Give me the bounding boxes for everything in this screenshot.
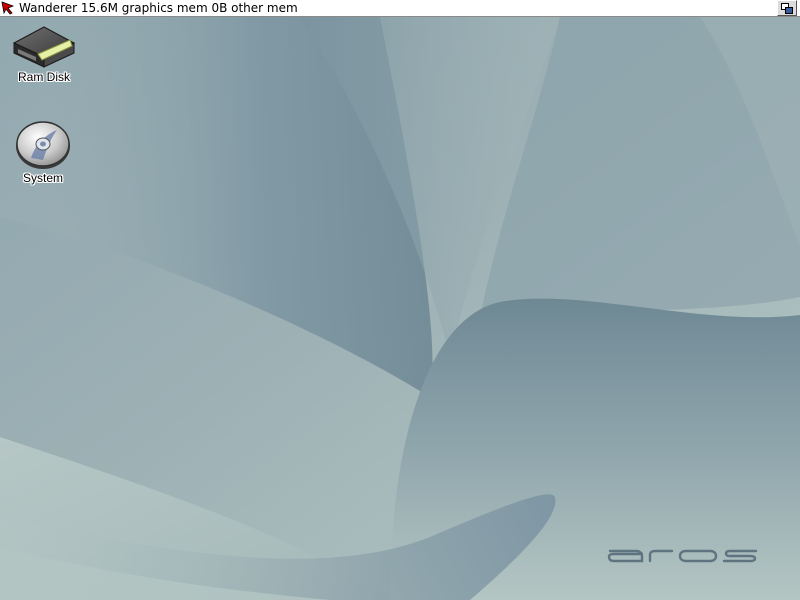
desktop-icon-system[interactable]: System <box>3 118 83 185</box>
desktop-icon-label: System <box>22 171 63 185</box>
desktop-icon-ram-disk[interactable]: Ram Disk <box>4 23 84 84</box>
screen-title: Wanderer 15.6M graphics mem 0B other mem <box>19 1 298 15</box>
screen-depth-button[interactable] <box>777 0 797 16</box>
desktop-icon-label: Ram Disk <box>17 70 70 84</box>
depth-arrange-icon <box>781 3 793 14</box>
screen-title-bar: Wanderer 15.6M graphics mem 0B other mem <box>0 0 800 17</box>
wanderer-desktop[interactable]: Ram Disk System <box>0 17 800 600</box>
aros-logo: aros <box>607 549 758 563</box>
mouse-pointer-icon <box>1 1 15 15</box>
ram-disk-icon <box>12 26 76 68</box>
desktop-backdrop <box>0 17 800 600</box>
system-disk-icon <box>16 121 70 169</box>
